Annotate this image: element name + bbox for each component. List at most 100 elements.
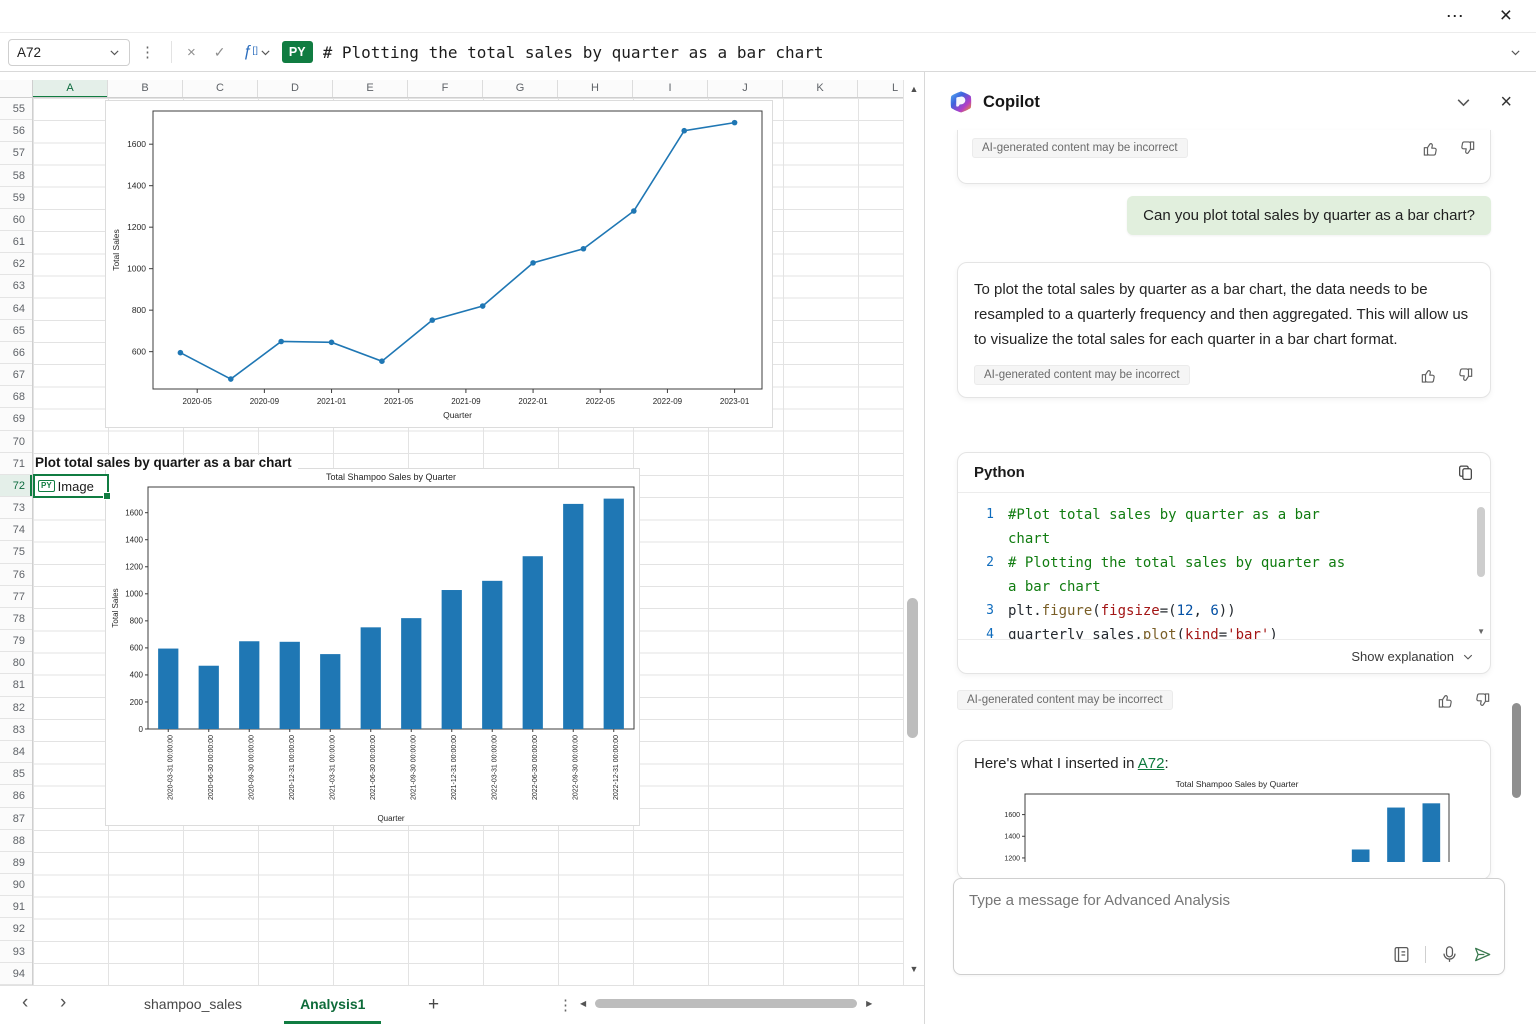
row-header-73[interactable]: 73 [0,497,32,519]
show-explanation-button[interactable]: Show explanation [1351,649,1454,664]
row-header-88[interactable]: 88 [0,830,32,852]
sheet-tab-Analysis1[interactable]: Analysis1 [284,986,381,1024]
sales-line-chart[interactable]: 6008001000120014001600Total Sales2020-05… [106,101,774,429]
code-scroll-thumb[interactable] [1477,507,1485,577]
column-header-F[interactable]: F [408,80,483,98]
column-header-K[interactable]: K [783,80,858,98]
column-header-J[interactable]: J [708,80,783,98]
row-header-84[interactable]: 84 [0,741,32,763]
name-box[interactable]: A72 [8,39,130,66]
selected-cell-a72[interactable]: PY Image [33,474,109,498]
row-header-91[interactable]: 91 [0,896,32,918]
row-header-86[interactable]: 86 [0,785,32,807]
row-header-83[interactable]: 83 [0,719,32,741]
thumbs-down-icon[interactable] [1474,692,1491,709]
row-header-72[interactable]: 72 [0,475,32,497]
row-header-94[interactable]: 94 [0,963,32,985]
row-header-66[interactable]: 66 [0,342,32,364]
window-close-icon[interactable]: × [1500,4,1512,28]
row-header-57[interactable]: 57 [0,142,32,164]
row-header-77[interactable]: 77 [0,586,32,608]
horizontal-scrollbar[interactable]: ◀ ▶ [580,999,910,1008]
select-all-corner[interactable] [0,80,33,98]
row-header-87[interactable]: 87 [0,808,32,830]
row-header-59[interactable]: 59 [0,187,32,209]
column-header-H[interactable]: H [558,80,633,98]
sheet-options-icon[interactable]: ⋮ [558,996,573,1014]
grid-scroll-thumb[interactable] [907,598,918,738]
line-chart-object[interactable]: 6008001000120014001600Total Sales2020-05… [105,100,773,428]
thumbs-down-icon[interactable] [1459,140,1476,157]
column-header-A[interactable]: A [33,80,108,98]
row-header-79[interactable]: 79 [0,630,32,652]
column-header-E[interactable]: E [333,80,408,98]
row-header-74[interactable]: 74 [0,519,32,541]
scroll-left-icon[interactable]: ◀ [580,999,586,1008]
add-sheet-button[interactable]: + [428,994,439,1016]
tab-nav-right-icon[interactable]: › [60,992,66,1014]
row-header-60[interactable]: 60 [0,209,32,231]
scroll-up-icon[interactable]: ▲ [904,84,924,94]
row-header-85[interactable]: 85 [0,763,32,785]
name-box-chevron-icon[interactable] [108,46,121,59]
row-header-55[interactable]: 55 [0,98,32,120]
close-panel-icon[interactable]: × [1500,91,1512,114]
row-header-90[interactable]: 90 [0,874,32,896]
insert-function-chevron-icon[interactable] [259,46,272,59]
scroll-down-icon[interactable]: ▼ [904,964,924,974]
grid-vertical-scrollbar[interactable] [903,80,924,985]
scroll-right-icon[interactable]: ▶ [866,999,872,1008]
column-header-C[interactable]: C [183,80,258,98]
formula-bar-expand-icon[interactable] [1509,46,1522,59]
row-header-80[interactable]: 80 [0,652,32,674]
row-header-81[interactable]: 81 [0,674,32,696]
enter-icon[interactable]: ✓ [214,44,226,61]
prompt-guide-icon[interactable] [1392,945,1411,964]
row-header-63[interactable]: 63 [0,275,32,297]
column-header-B[interactable]: B [108,80,183,98]
mic-icon[interactable] [1440,945,1459,964]
copy-code-icon[interactable] [1457,464,1474,481]
row-header-78[interactable]: 78 [0,608,32,630]
row-header-65[interactable]: 65 [0,320,32,342]
send-icon[interactable] [1473,945,1492,964]
formula-input[interactable]: # Plotting the total sales by quarter as… [323,43,1495,62]
bar-chart-object[interactable]: Total Shampoo Sales by Quarter0200400600… [105,468,640,826]
column-header-I[interactable]: I [633,80,708,98]
thumbs-down-icon[interactable] [1457,367,1474,384]
collapse-panel-icon[interactable] [1455,94,1472,111]
cell-reference-link[interactable]: A72 [1138,755,1165,772]
row-header-70[interactable]: 70 [0,431,32,453]
thumbs-up-icon[interactable] [1437,692,1454,709]
sales-bar-chart[interactable]: Total Shampoo Sales by Quarter0200400600… [106,469,641,827]
column-header-L[interactable]: L [858,80,903,98]
row-header-92[interactable]: 92 [0,918,32,940]
cancel-icon[interactable]: × [187,44,196,61]
more-options-icon[interactable]: ⋮ [140,43,155,61]
row-header-76[interactable]: 76 [0,564,32,586]
row-header-67[interactable]: 67 [0,364,32,386]
row-header-89[interactable]: 89 [0,852,32,874]
row-header-61[interactable]: 61 [0,231,32,253]
panel-scroll-thumb[interactable] [1512,703,1521,798]
message-input-box[interactable] [953,878,1505,975]
message-input[interactable] [954,879,1504,933]
insert-function-icon[interactable]: ƒ[ ] [244,43,257,61]
thumbs-up-icon[interactable] [1420,367,1437,384]
code-scroll-down-icon[interactable]: ▼ [1477,627,1485,636]
row-header-64[interactable]: 64 [0,298,32,320]
sheet-tab-shampoo_sales[interactable]: shampoo_sales [128,986,258,1024]
row-header-93[interactable]: 93 [0,941,32,963]
row-header-56[interactable]: 56 [0,120,32,142]
row-header-71[interactable]: 71 [0,453,32,475]
thumbs-up-icon[interactable] [1422,140,1439,157]
tab-nav-left-icon[interactable]: ‹ [22,992,28,1014]
row-header-82[interactable]: 82 [0,697,32,719]
column-header-G[interactable]: G [483,80,558,98]
row-header-69[interactable]: 69 [0,408,32,430]
window-more-icon[interactable]: ⋯ [1446,6,1464,27]
column-header-D[interactable]: D [258,80,333,98]
row-header-68[interactable]: 68 [0,386,32,408]
row-header-58[interactable]: 58 [0,165,32,187]
hscroll-thumb[interactable] [595,999,857,1008]
